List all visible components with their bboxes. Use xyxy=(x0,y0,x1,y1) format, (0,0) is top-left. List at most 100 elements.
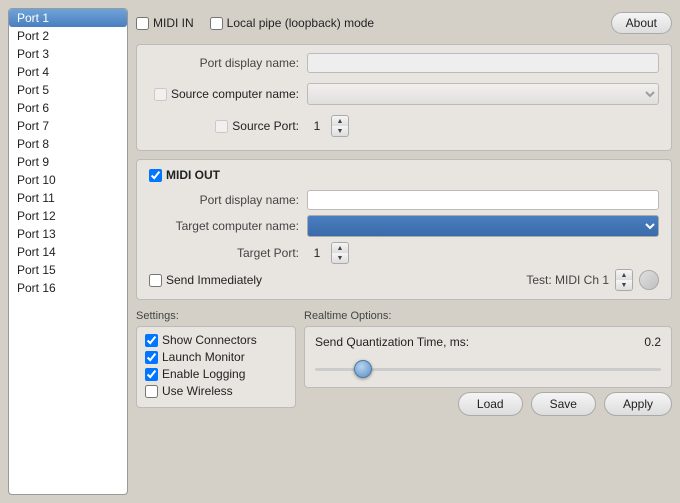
source-computer-select[interactable] xyxy=(307,83,659,105)
settings-panel: Settings: Show Connectors Launch Monitor… xyxy=(136,310,296,495)
realtime-label: Realtime Options: xyxy=(304,310,672,322)
quantize-slider[interactable] xyxy=(315,368,661,371)
source-port-down[interactable]: ▼ xyxy=(332,126,348,136)
midi-in-checkbox[interactable] xyxy=(136,17,149,30)
port-item-3[interactable]: Port 3 xyxy=(9,45,127,63)
top-bar: MIDI IN Local pipe (loopback) mode About xyxy=(136,8,672,38)
midi-out-section: MIDI OUT Port display name: Target compu… xyxy=(136,159,672,300)
apply-button[interactable]: Apply xyxy=(604,392,672,416)
send-immediately-text: Send Immediately xyxy=(166,273,262,287)
test-circle xyxy=(639,270,659,290)
port-item-5[interactable]: Port 5 xyxy=(9,81,127,99)
send-immediately-label[interactable]: Send Immediately xyxy=(149,273,262,287)
source-port-value: 1 xyxy=(307,119,327,133)
test-midi-up[interactable]: ▲ xyxy=(616,270,632,280)
midi-out-port-display-label: Port display name: xyxy=(149,193,299,207)
midi-in-port-display-row: Port display name: xyxy=(149,53,659,73)
show-connectors-text: Show Connectors xyxy=(162,333,257,347)
test-midi-stepper[interactable]: ▲ ▼ xyxy=(615,269,633,291)
quantize-label: Send Quantization Time, ms: xyxy=(315,335,469,349)
enable-logging-label[interactable]: Enable Logging xyxy=(145,367,287,381)
main-container: Port 1 Port 2 Port 3 Port 4 Port 5 Port … xyxy=(0,0,680,503)
bottom-panels: Settings: Show Connectors Launch Monitor… xyxy=(136,310,672,495)
midi-in-rows: Port display name: Source computer name:… xyxy=(149,53,659,142)
settings-label: Settings: xyxy=(136,310,296,322)
midi-in-source-port-row: Source Port: 1 ▲ ▼ xyxy=(149,115,659,137)
target-port-down[interactable]: ▼ xyxy=(332,253,348,263)
local-pipe-label: Local pipe (loopback) mode xyxy=(227,16,374,30)
port-item-12[interactable]: Port 12 xyxy=(9,207,127,225)
settings-box: Show Connectors Launch Monitor Enable Lo… xyxy=(136,326,296,408)
port-item-11[interactable]: Port 11 xyxy=(9,189,127,207)
test-midi-down[interactable]: ▼ xyxy=(616,280,632,290)
right-panel: MIDI IN Local pipe (loopback) mode About… xyxy=(136,8,672,495)
source-port-stepper[interactable]: ▲ ▼ xyxy=(331,115,349,137)
midi-in-source-computer-row: Source computer name: xyxy=(149,83,659,105)
source-port-up[interactable]: ▲ xyxy=(332,116,348,126)
port-item-7[interactable]: Port 7 xyxy=(9,117,127,135)
quantize-value: 0.2 xyxy=(644,335,661,349)
source-port-checkbox-label[interactable]: Source Port: xyxy=(149,119,299,133)
test-midi-row: Test: MIDI Ch 1 ▲ ▼ xyxy=(526,269,659,291)
launch-monitor-text: Launch Monitor xyxy=(162,350,245,364)
show-connectors-label[interactable]: Show Connectors xyxy=(145,333,287,347)
midi-out-target-computer-label: Target computer name: xyxy=(149,219,299,233)
midi-out-label: MIDI OUT xyxy=(166,168,220,182)
midi-out-target-port-row: Target Port: 1 ▲ ▼ xyxy=(149,242,659,264)
midi-in-label: MIDI IN xyxy=(153,16,194,30)
target-port-stepper-row: 1 ▲ ▼ xyxy=(307,242,349,264)
port-item-8[interactable]: Port 8 xyxy=(9,135,127,153)
about-button[interactable]: About xyxy=(611,12,672,34)
midi-in-section: Port display name: Source computer name:… xyxy=(136,44,672,151)
source-port-stepper-row: 1 ▲ ▼ xyxy=(307,115,349,137)
port-item-4[interactable]: Port 4 xyxy=(9,63,127,81)
port-list: Port 1 Port 2 Port 3 Port 4 Port 5 Port … xyxy=(8,8,128,495)
source-computer-checkbox-label[interactable]: Source computer name: xyxy=(149,87,299,101)
local-pipe-checkbox-label[interactable]: Local pipe (loopback) mode xyxy=(210,16,374,30)
enable-logging-checkbox[interactable] xyxy=(145,368,158,381)
midi-in-port-display-input[interactable] xyxy=(307,53,659,73)
send-immediately-checkbox[interactable] xyxy=(149,274,162,287)
port-item-16[interactable]: Port 16 xyxy=(9,279,127,297)
target-port-stepper[interactable]: ▲ ▼ xyxy=(331,242,349,264)
use-wireless-checkbox[interactable] xyxy=(145,385,158,398)
source-computer-label: Source computer name: xyxy=(171,87,299,101)
launch-monitor-checkbox[interactable] xyxy=(145,351,158,364)
port-item-9[interactable]: Port 9 xyxy=(9,153,127,171)
port-item-14[interactable]: Port 14 xyxy=(9,243,127,261)
enable-logging-text: Enable Logging xyxy=(162,367,245,381)
midi-in-port-display-label: Port display name: xyxy=(149,56,299,70)
midi-out-target-port-label: Target Port: xyxy=(149,246,299,260)
local-pipe-checkbox[interactable] xyxy=(210,17,223,30)
port-item-15[interactable]: Port 15 xyxy=(9,261,127,279)
bottom-buttons: Load Save Apply xyxy=(304,388,672,420)
source-computer-checkbox[interactable] xyxy=(154,88,167,101)
source-port-checkbox[interactable] xyxy=(215,120,228,133)
target-port-value: 1 xyxy=(307,246,327,260)
use-wireless-label[interactable]: Use Wireless xyxy=(145,384,287,398)
source-port-label: Source Port: xyxy=(232,119,299,133)
target-port-up[interactable]: ▲ xyxy=(332,243,348,253)
show-connectors-checkbox[interactable] xyxy=(145,334,158,347)
port-item-10[interactable]: Port 10 xyxy=(9,171,127,189)
slider-container xyxy=(315,359,661,379)
test-midi-label: Test: MIDI Ch 1 xyxy=(526,273,609,287)
target-computer-select[interactable] xyxy=(307,215,659,237)
load-button[interactable]: Load xyxy=(458,392,523,416)
midi-out-header: MIDI OUT xyxy=(149,168,659,182)
midi-out-port-display-input[interactable] xyxy=(307,190,659,210)
midi-out-checkbox[interactable] xyxy=(149,169,162,182)
launch-monitor-label[interactable]: Launch Monitor xyxy=(145,350,287,364)
port-item-1[interactable]: Port 1 xyxy=(9,9,127,27)
realtime-box: Send Quantization Time, ms: 0.2 xyxy=(304,326,672,388)
port-item-2[interactable]: Port 2 xyxy=(9,27,127,45)
midi-out-target-computer-row: Target computer name: xyxy=(149,215,659,237)
midi-out-port-display-row: Port display name: xyxy=(149,190,659,210)
top-bar-left: MIDI IN Local pipe (loopback) mode xyxy=(136,16,374,30)
midi-in-checkbox-label[interactable]: MIDI IN xyxy=(136,16,194,30)
save-button[interactable]: Save xyxy=(531,392,596,416)
port-item-13[interactable]: Port 13 xyxy=(9,225,127,243)
realtime-panel: Realtime Options: Send Quantization Time… xyxy=(304,310,672,495)
send-row: Send Immediately Test: MIDI Ch 1 ▲ ▼ xyxy=(149,269,659,291)
port-item-6[interactable]: Port 6 xyxy=(9,99,127,117)
